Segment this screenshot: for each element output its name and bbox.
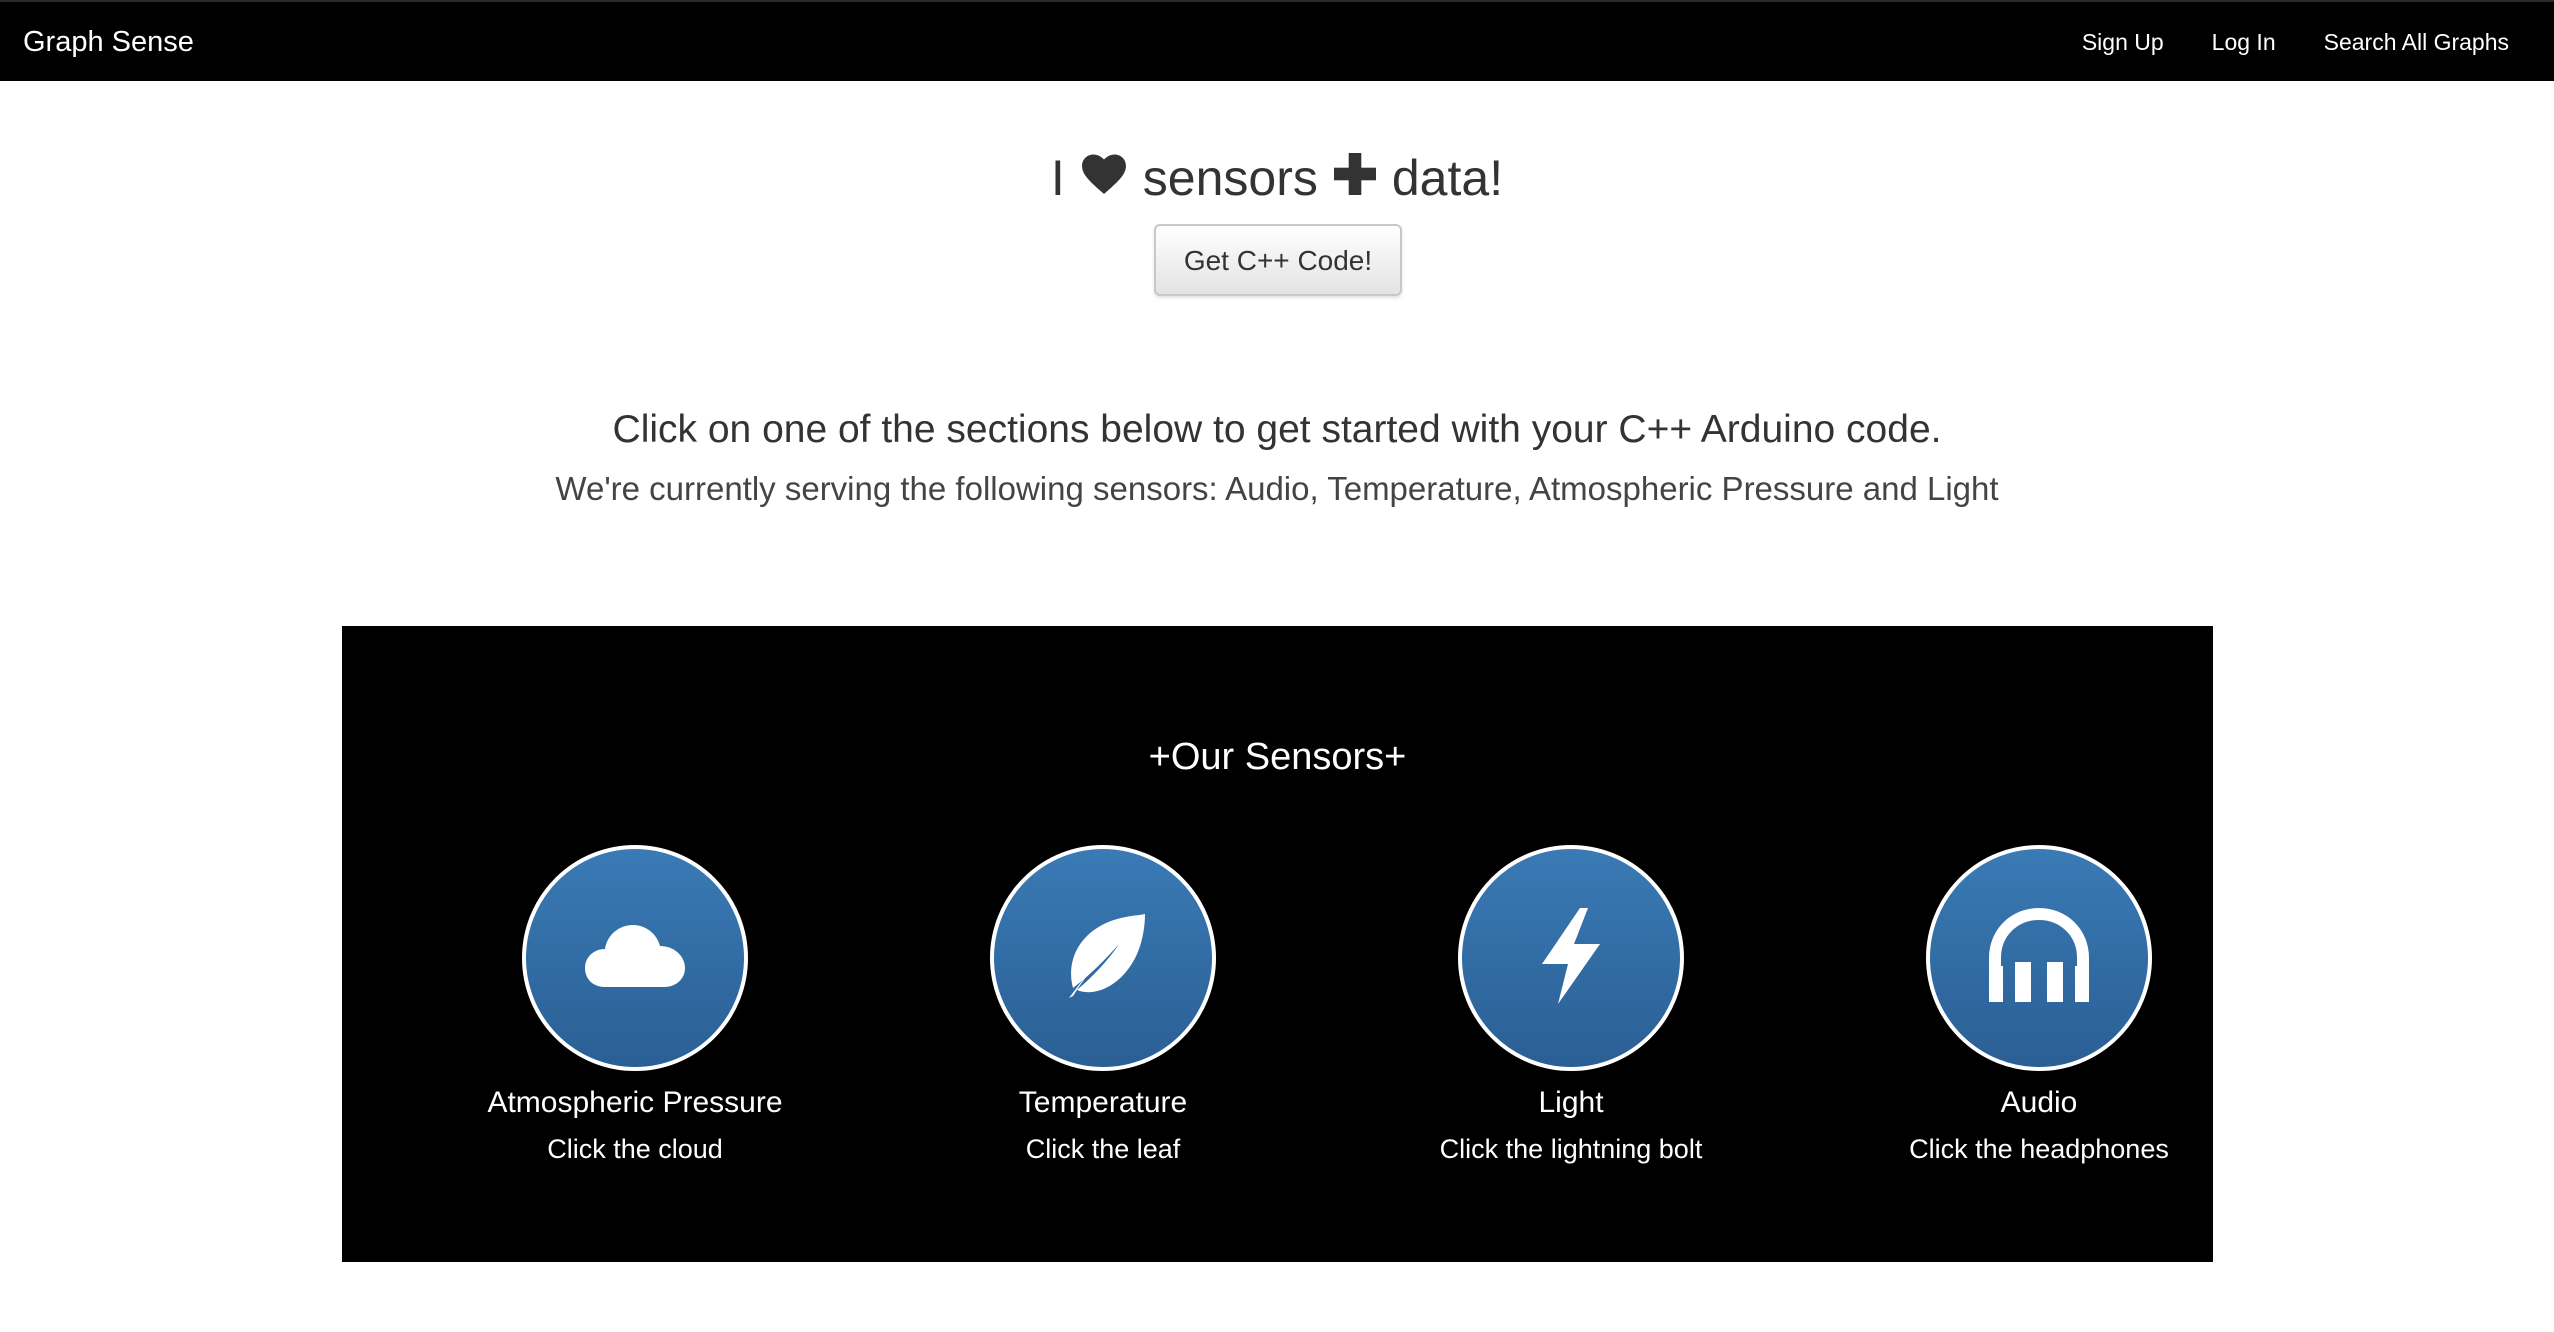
brand-link[interactable]: Graph Sense: [23, 24, 194, 60]
intro-heading: Click on one of the sections below to ge…: [612, 408, 1942, 451]
atmospheric-pressure-button[interactable]: [522, 845, 748, 1071]
sign-up-link[interactable]: Sign Up: [2082, 26, 2164, 58]
leaf-icon: [1053, 906, 1153, 1011]
hero-suffix: data!: [1391, 150, 1504, 206]
sensor-hint: Click the leaf: [1025, 1134, 1181, 1164]
search-all-graphs-link[interactable]: Search All Graphs: [2324, 26, 2509, 58]
headphones-icon: [1987, 907, 2091, 1009]
sensor-name: Audio: [2000, 1086, 2078, 1119]
top-navbar: Graph Sense Sign Up Log In Search All Gr…: [0, 0, 2554, 81]
heart-icon: [1081, 140, 1127, 216]
intro-subheading: We're currently serving the following se…: [555, 470, 1999, 507]
plus-icon: [1333, 140, 1376, 216]
cloud-icon: [583, 921, 687, 996]
temperature-button[interactable]: [990, 845, 1216, 1071]
hero-middle: sensors: [1142, 150, 1318, 206]
hero: I sensors data!: [0, 140, 2554, 216]
sensor-audio: Audio Click the headphones: [1839, 845, 2239, 1169]
light-button[interactable]: [1458, 845, 1684, 1071]
lightning-bolt-icon: [1536, 906, 1606, 1011]
log-in-link[interactable]: Log In: [2212, 26, 2276, 58]
hero-title: I sensors data!: [1051, 140, 1503, 216]
sensor-hint: Click the lightning bolt: [1439, 1134, 1703, 1164]
sensor-hint: Click the cloud: [547, 1134, 723, 1164]
get-cpp-code-button[interactable]: Get C++ Code!: [1154, 224, 1402, 296]
audio-button[interactable]: [1926, 845, 2152, 1071]
sensor-hint: Click the headphones: [1909, 1134, 2169, 1164]
hero-prefix: I: [1050, 150, 1065, 206]
sensor-light: Light Click the lightning bolt: [1371, 845, 1771, 1169]
sensor-name: Temperature: [1018, 1086, 1188, 1119]
sensor-name: Light: [1538, 1086, 1604, 1119]
sensor-name: Atmospheric Pressure: [487, 1086, 783, 1119]
sensor-temperature: Temperature Click the leaf: [903, 845, 1303, 1169]
nav-links: Sign Up Log In Search All Graphs: [2082, 26, 2509, 58]
sensor-atmospheric-pressure: Atmospheric Pressure Click the cloud: [435, 845, 835, 1169]
sensors-title: +Our Sensors+: [1148, 736, 1407, 778]
sensors-panel: +Our Sensors+ Atmospheric Pressure Click…: [342, 626, 2213, 1262]
